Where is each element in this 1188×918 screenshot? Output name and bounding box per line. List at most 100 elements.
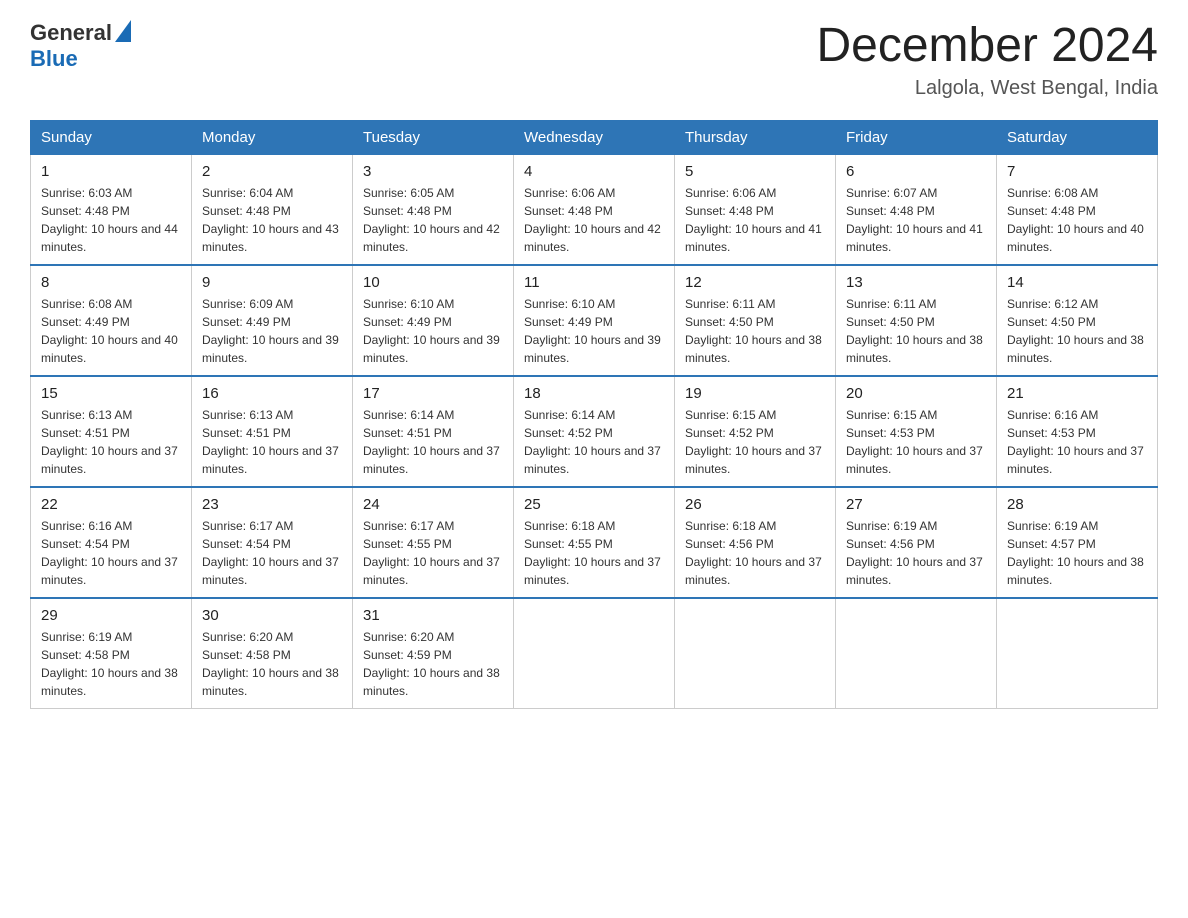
day-number: 13 [846, 274, 986, 291]
day-number: 9 [202, 274, 342, 291]
header-row: SundayMondayTuesdayWednesdayThursdayFrid… [31, 120, 1158, 154]
day-info: Sunrise: 6:18 AMSunset: 4:56 PMDaylight:… [685, 517, 825, 589]
day-info: Sunrise: 6:12 AMSunset: 4:50 PMDaylight:… [1007, 295, 1147, 367]
page-header: General Blue December 2024 Lalgola, West… [30, 20, 1158, 100]
header-cell-wednesday: Wednesday [514, 120, 675, 154]
calendar-cell: 22 Sunrise: 6:16 AMSunset: 4:54 PMDaylig… [31, 487, 192, 598]
day-number: 6 [846, 163, 986, 180]
calendar-cell: 27 Sunrise: 6:19 AMSunset: 4:56 PMDaylig… [836, 487, 997, 598]
calendar-cell: 7 Sunrise: 6:08 AMSunset: 4:48 PMDayligh… [997, 154, 1158, 265]
day-number: 5 [685, 163, 825, 180]
logo-general-text: General [30, 20, 112, 46]
calendar-cell: 20 Sunrise: 6:15 AMSunset: 4:53 PMDaylig… [836, 376, 997, 487]
day-number: 20 [846, 385, 986, 402]
calendar-cell [514, 598, 675, 709]
day-info: Sunrise: 6:19 AMSunset: 4:57 PMDaylight:… [1007, 517, 1147, 589]
day-number: 29 [41, 607, 181, 624]
day-number: 27 [846, 496, 986, 513]
calendar-cell: 19 Sunrise: 6:15 AMSunset: 4:52 PMDaylig… [675, 376, 836, 487]
logo: General Blue [30, 20, 131, 72]
calendar-cell: 9 Sunrise: 6:09 AMSunset: 4:49 PMDayligh… [192, 265, 353, 376]
day-info: Sunrise: 6:09 AMSunset: 4:49 PMDaylight:… [202, 295, 342, 367]
calendar-cell: 21 Sunrise: 6:16 AMSunset: 4:53 PMDaylig… [997, 376, 1158, 487]
day-info: Sunrise: 6:08 AMSunset: 4:48 PMDaylight:… [1007, 184, 1147, 256]
day-number: 22 [41, 496, 181, 513]
day-info: Sunrise: 6:15 AMSunset: 4:53 PMDaylight:… [846, 406, 986, 478]
calendar-cell: 17 Sunrise: 6:14 AMSunset: 4:51 PMDaylig… [353, 376, 514, 487]
day-number: 3 [363, 163, 503, 180]
day-number: 21 [1007, 385, 1147, 402]
day-number: 17 [363, 385, 503, 402]
day-info: Sunrise: 6:20 AMSunset: 4:58 PMDaylight:… [202, 628, 342, 700]
calendar-body: 1 Sunrise: 6:03 AMSunset: 4:48 PMDayligh… [31, 154, 1158, 708]
day-info: Sunrise: 6:15 AMSunset: 4:52 PMDaylight:… [685, 406, 825, 478]
day-info: Sunrise: 6:16 AMSunset: 4:54 PMDaylight:… [41, 517, 181, 589]
calendar-cell: 2 Sunrise: 6:04 AMSunset: 4:48 PMDayligh… [192, 154, 353, 265]
day-info: Sunrise: 6:14 AMSunset: 4:52 PMDaylight:… [524, 406, 664, 478]
day-number: 2 [202, 163, 342, 180]
day-number: 25 [524, 496, 664, 513]
day-info: Sunrise: 6:11 AMSunset: 4:50 PMDaylight:… [846, 295, 986, 367]
calendar-cell: 29 Sunrise: 6:19 AMSunset: 4:58 PMDaylig… [31, 598, 192, 709]
calendar-cell: 8 Sunrise: 6:08 AMSunset: 4:49 PMDayligh… [31, 265, 192, 376]
calendar-cell: 23 Sunrise: 6:17 AMSunset: 4:54 PMDaylig… [192, 487, 353, 598]
calendar-week-5: 29 Sunrise: 6:19 AMSunset: 4:58 PMDaylig… [31, 598, 1158, 709]
day-info: Sunrise: 6:14 AMSunset: 4:51 PMDaylight:… [363, 406, 503, 478]
day-number: 4 [524, 163, 664, 180]
day-info: Sunrise: 6:19 AMSunset: 4:56 PMDaylight:… [846, 517, 986, 589]
calendar-cell: 15 Sunrise: 6:13 AMSunset: 4:51 PMDaylig… [31, 376, 192, 487]
calendar-cell: 26 Sunrise: 6:18 AMSunset: 4:56 PMDaylig… [675, 487, 836, 598]
day-number: 19 [685, 385, 825, 402]
day-info: Sunrise: 6:06 AMSunset: 4:48 PMDaylight:… [685, 184, 825, 256]
day-info: Sunrise: 6:20 AMSunset: 4:59 PMDaylight:… [363, 628, 503, 700]
logo-blue-text: Blue [30, 46, 78, 72]
calendar-cell: 11 Sunrise: 6:10 AMSunset: 4:49 PMDaylig… [514, 265, 675, 376]
day-number: 31 [363, 607, 503, 624]
day-number: 23 [202, 496, 342, 513]
day-info: Sunrise: 6:07 AMSunset: 4:48 PMDaylight:… [846, 184, 986, 256]
day-number: 11 [524, 274, 664, 291]
day-info: Sunrise: 6:17 AMSunset: 4:55 PMDaylight:… [363, 517, 503, 589]
location-title: Lalgola, West Bengal, India [816, 77, 1158, 100]
header-cell-saturday: Saturday [997, 120, 1158, 154]
day-info: Sunrise: 6:05 AMSunset: 4:48 PMDaylight:… [363, 184, 503, 256]
day-info: Sunrise: 6:16 AMSunset: 4:53 PMDaylight:… [1007, 406, 1147, 478]
header-cell-friday: Friday [836, 120, 997, 154]
day-info: Sunrise: 6:13 AMSunset: 4:51 PMDaylight:… [202, 406, 342, 478]
day-number: 1 [41, 163, 181, 180]
day-info: Sunrise: 6:10 AMSunset: 4:49 PMDaylight:… [363, 295, 503, 367]
day-info: Sunrise: 6:11 AMSunset: 4:50 PMDaylight:… [685, 295, 825, 367]
calendar-cell [675, 598, 836, 709]
day-number: 18 [524, 385, 664, 402]
header-cell-tuesday: Tuesday [353, 120, 514, 154]
header-cell-thursday: Thursday [675, 120, 836, 154]
day-info: Sunrise: 6:17 AMSunset: 4:54 PMDaylight:… [202, 517, 342, 589]
calendar-cell [836, 598, 997, 709]
calendar-week-4: 22 Sunrise: 6:16 AMSunset: 4:54 PMDaylig… [31, 487, 1158, 598]
calendar-cell: 28 Sunrise: 6:19 AMSunset: 4:57 PMDaylig… [997, 487, 1158, 598]
calendar-header: SundayMondayTuesdayWednesdayThursdayFrid… [31, 120, 1158, 154]
calendar-week-2: 8 Sunrise: 6:08 AMSunset: 4:49 PMDayligh… [31, 265, 1158, 376]
day-info: Sunrise: 6:08 AMSunset: 4:49 PMDaylight:… [41, 295, 181, 367]
calendar-cell: 6 Sunrise: 6:07 AMSunset: 4:48 PMDayligh… [836, 154, 997, 265]
calendar-cell: 13 Sunrise: 6:11 AMSunset: 4:50 PMDaylig… [836, 265, 997, 376]
day-number: 26 [685, 496, 825, 513]
calendar-cell: 16 Sunrise: 6:13 AMSunset: 4:51 PMDaylig… [192, 376, 353, 487]
logo-triangle-icon [115, 20, 131, 42]
day-number: 14 [1007, 274, 1147, 291]
calendar-cell: 18 Sunrise: 6:14 AMSunset: 4:52 PMDaylig… [514, 376, 675, 487]
calendar-week-1: 1 Sunrise: 6:03 AMSunset: 4:48 PMDayligh… [31, 154, 1158, 265]
day-info: Sunrise: 6:06 AMSunset: 4:48 PMDaylight:… [524, 184, 664, 256]
day-number: 10 [363, 274, 503, 291]
calendar-cell: 25 Sunrise: 6:18 AMSunset: 4:55 PMDaylig… [514, 487, 675, 598]
calendar-cell [997, 598, 1158, 709]
header-cell-sunday: Sunday [31, 120, 192, 154]
calendar-cell: 30 Sunrise: 6:20 AMSunset: 4:58 PMDaylig… [192, 598, 353, 709]
month-title: December 2024 [816, 20, 1158, 73]
calendar-cell: 24 Sunrise: 6:17 AMSunset: 4:55 PMDaylig… [353, 487, 514, 598]
day-number: 24 [363, 496, 503, 513]
day-number: 30 [202, 607, 342, 624]
calendar-cell: 4 Sunrise: 6:06 AMSunset: 4:48 PMDayligh… [514, 154, 675, 265]
title-section: December 2024 Lalgola, West Bengal, Indi… [816, 20, 1158, 100]
day-number: 16 [202, 385, 342, 402]
